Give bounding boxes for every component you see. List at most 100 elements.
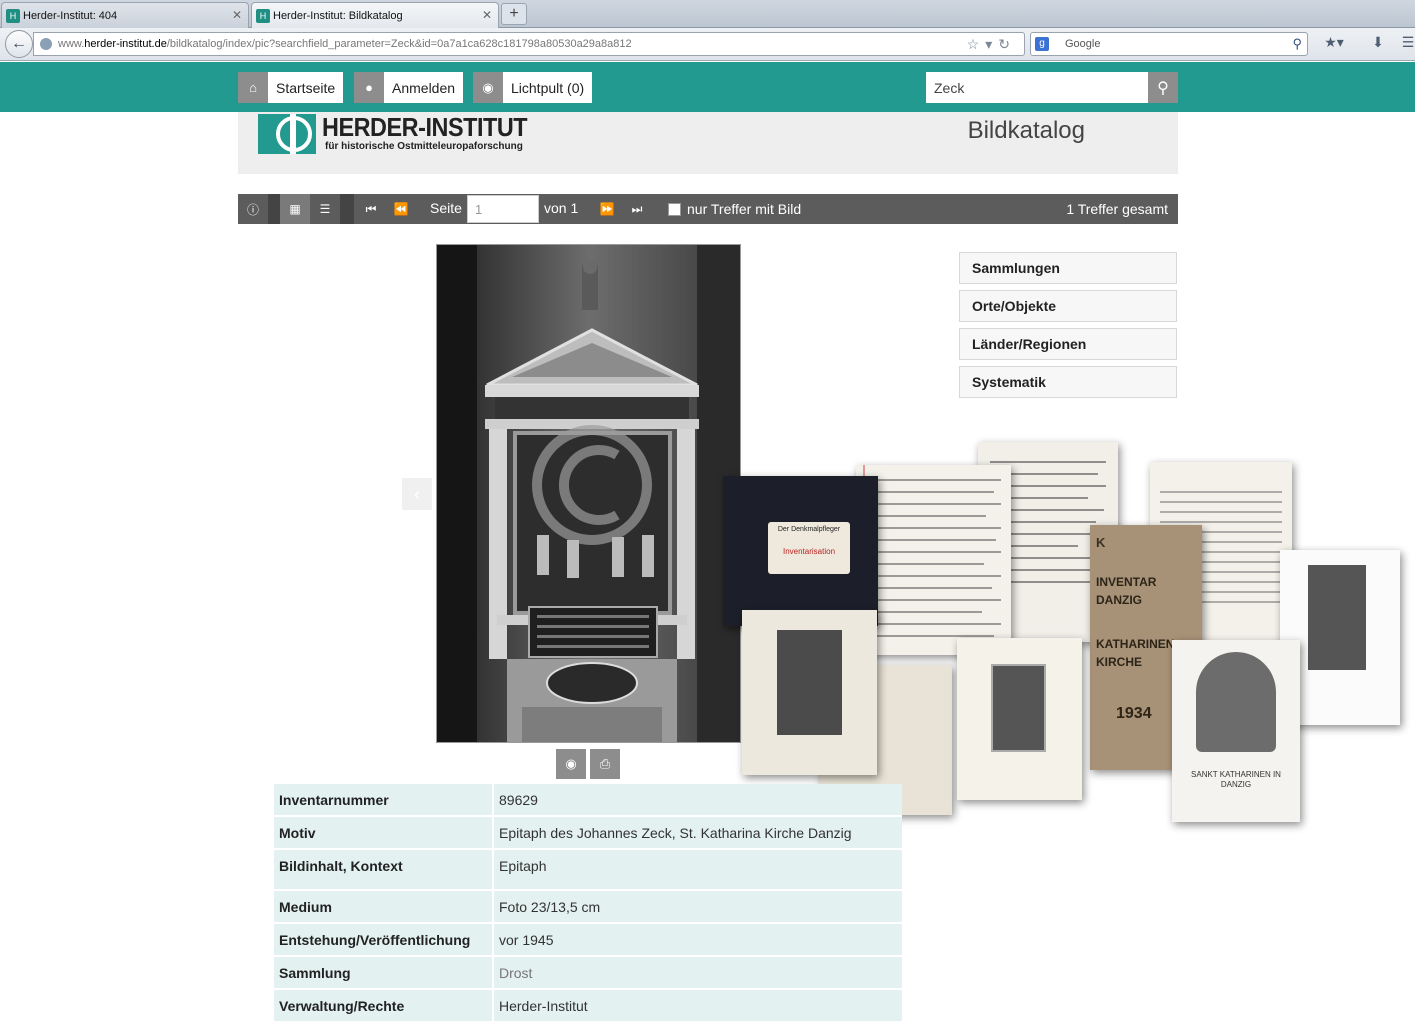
download-icon[interactable]: ⬇ — [1367, 34, 1389, 54]
back-arrow-icon[interactable]: ← — [5, 30, 33, 58]
first-page-icon[interactable]: ⏮ — [356, 194, 386, 224]
herder-logo-icon[interactable] — [258, 114, 316, 154]
catalog-card — [957, 638, 1082, 800]
site-banner: HERDER-INSTITUT für historische Ostmitte… — [238, 112, 1178, 174]
page-count: von 1 — [544, 200, 579, 216]
new-tab-button[interactable]: + — [501, 3, 527, 25]
catalog-title: Bildkatalog — [967, 117, 1085, 144]
card-right-photo — [1308, 565, 1366, 670]
close-icon[interactable]: ✕ — [232, 8, 242, 22]
previous-page-icon[interactable]: ⏪ — [386, 194, 416, 224]
detail-value-link[interactable]: Drost — [493, 956, 902, 990]
detail-value: Epitaph — [493, 849, 902, 891]
search-placeholder: Google — [1065, 38, 1101, 50]
site-nav-bar: ⌂ Startseite ● Anmelden ◉ Lichtpult (0) … — [0, 62, 1415, 112]
detail-value: vor 1945 — [493, 923, 902, 957]
url-prefix: www. — [58, 38, 85, 50]
lightbox-label: Lichtpult (0) — [511, 79, 585, 96]
last-page-icon[interactable]: ⏭ — [622, 194, 652, 224]
table-row: Entstehung/Veröffentlichung vor 1945 — [274, 923, 902, 957]
detail-key: Sammlung — [274, 956, 494, 990]
eye-icon: ◉ — [473, 72, 503, 103]
notebook-label-sub: Inventarisation — [782, 547, 836, 556]
bookmarks-icon[interactable]: ★▾ — [1323, 34, 1345, 54]
results-toolbar: ⓘ ▦ ☰ ⏮ ⏪ Seite von 1 ⏩ ⏭ nur Treffer mi… — [238, 194, 1178, 224]
user-icon: ● — [354, 72, 384, 103]
table-row: Medium Foto 23/13,5 cm — [274, 890, 902, 924]
menu-item-systematik[interactable]: Systematik — [959, 366, 1177, 398]
page-number-input[interactable] — [467, 195, 539, 223]
inventar-title: INVENTAR DANZIG — [1096, 575, 1157, 607]
tab-title: Herder-Institut: Bildkatalog — [273, 9, 403, 22]
previous-image-button[interactable]: ‹ — [402, 478, 432, 510]
image-filter[interactable]: nur Treffer mit Bild — [668, 201, 801, 217]
lightbox-button[interactable]: ◉ Lichtpult (0) — [473, 72, 593, 103]
google-icon[interactable]: g — [1035, 37, 1049, 51]
detail-value: Foto 23/13,5 cm — [493, 890, 902, 924]
notebook-label-title: Der Denkmalpfleger — [777, 526, 841, 533]
browser-tab-bildkatalog[interactable]: H Herder-Institut: Bildkatalog ✕ — [251, 2, 499, 28]
table-row: Inventarnummer 89629 — [274, 784, 902, 817]
url-domain: herder-institut.de — [84, 38, 167, 50]
grid-view-icon[interactable]: ▦ — [280, 194, 310, 224]
table-row: Sammlung Drost — [274, 956, 902, 990]
dropdown-arrow-icon[interactable]: ▾ — [985, 36, 998, 52]
mounted-photo — [777, 630, 842, 735]
ledger-page — [856, 465, 1011, 655]
site-search-input[interactable] — [926, 72, 1148, 103]
sankt-katharinen-title: SANKT KATHARINEN IN DANZIG — [1191, 770, 1281, 789]
table-row: Motiv Epitaph des Johannes Zeck, St. Kat… — [274, 816, 902, 850]
eye-icon[interactable]: ◉ — [556, 749, 586, 779]
epitaph-photo[interactable] — [436, 244, 741, 743]
table-row: Verwaltung/Rechte Herder-Institut — [274, 989, 902, 1023]
logo-title[interactable]: HERDER-INSTITUT — [322, 112, 528, 143]
browser-tab-404[interactable]: H Herder-Institut: 404 ✕ — [1, 2, 249, 28]
detail-key: Inventarnummer — [274, 784, 494, 817]
tab-title: Herder-Institut: 404 — [23, 9, 118, 22]
logo-subtitle: für historische Ostmitteleuropaforschung — [325, 141, 523, 152]
info-icon[interactable]: ⓘ — [238, 194, 268, 224]
next-page-icon[interactable]: ⏩ — [592, 194, 622, 224]
close-icon[interactable]: ✕ — [482, 8, 492, 22]
search-icon[interactable]: ⚲ — [1292, 33, 1302, 55]
url-path: /bildkatalog/index/pic?searchfield_param… — [166, 38, 632, 50]
notebook-label: Der Denkmalpfleger Inventarisation — [768, 522, 850, 574]
address-bar[interactable]: www.herder-institut.de/bildkatalog/index… — [33, 32, 1025, 56]
detail-key: Medium — [274, 890, 494, 924]
ledger-lines — [863, 465, 1001, 655]
detail-value: Epitaph des Johannes Zeck, St. Katharina… — [493, 816, 902, 850]
madonna-photo — [1196, 652, 1276, 752]
menu-item-laender-regionen[interactable]: Länder/Regionen — [959, 328, 1177, 360]
browser-tab-bar: H Herder-Institut: 404 ✕ H Herder-Instit… — [0, 0, 1415, 28]
menu-item-orte-objekte[interactable]: Orte/Objekte — [959, 290, 1177, 322]
reload-icon[interactable]: ↻ — [998, 36, 1016, 52]
url-controls: ☆▾↻ — [967, 33, 1016, 55]
image-filter-label: nur Treffer mit Bild — [687, 201, 802, 217]
globe-icon — [40, 38, 52, 50]
page-label: Seite — [430, 200, 462, 216]
herder-favicon-icon: H — [6, 8, 20, 23]
home-button[interactable]: ⌂ Startseite — [238, 72, 344, 103]
login-button[interactable]: ● Anmelden — [354, 72, 464, 103]
home-icon: ⌂ — [238, 72, 268, 103]
image-filter-checkbox[interactable] — [668, 202, 681, 216]
object-details-table: Inventarnummer 89629 Motiv Epitaph des J… — [274, 784, 902, 1023]
menu-icon[interactable]: ☰ — [1397, 34, 1415, 54]
menu-item-sammlungen[interactable]: Sammlungen — [959, 252, 1177, 284]
search-icon[interactable]: ⚲ — [1148, 72, 1178, 103]
browser-search-field[interactable]: g Google ⚲ — [1030, 32, 1308, 56]
epitaph-image — [437, 245, 740, 742]
inventar-letter: K — [1096, 535, 1106, 550]
site-search: ⚲ — [926, 72, 1178, 103]
print-icon[interactable]: ⎙ — [590, 749, 620, 779]
detail-value: 89629 — [493, 784, 902, 817]
bookmark-star-icon[interactable]: ☆ — [967, 36, 986, 52]
category-menu: Sammlungen Orte/Objekte Länder/Regionen … — [959, 252, 1177, 404]
card-photo — [991, 664, 1046, 752]
home-label: Startseite — [276, 79, 336, 96]
inventar-year: 1934 — [1116, 705, 1152, 722]
sankt-katharinen-book: SANKT KATHARINEN IN DANZIG — [1172, 640, 1300, 822]
list-view-icon[interactable]: ☰ — [310, 194, 340, 224]
login-label: Anmelden — [392, 79, 456, 96]
table-row: Bildinhalt, Kontext Epitaph — [274, 849, 902, 891]
